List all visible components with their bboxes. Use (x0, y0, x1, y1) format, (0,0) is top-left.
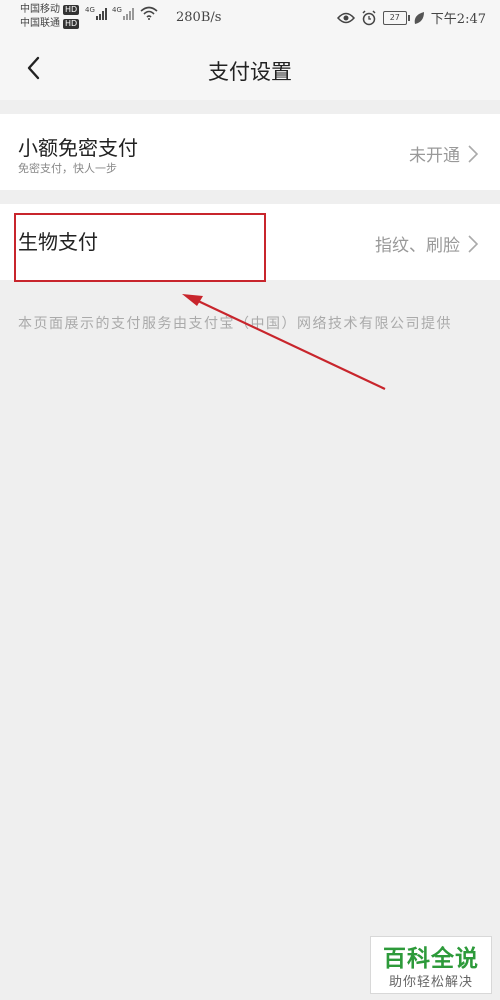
watermark-logo: 百科全说 助你轻松解决 (370, 936, 492, 994)
watermark-subtitle: 助你轻松解决 (388, 975, 473, 990)
annotation-arrow (182, 294, 386, 390)
watermark-title: 百科全说 (383, 946, 479, 972)
